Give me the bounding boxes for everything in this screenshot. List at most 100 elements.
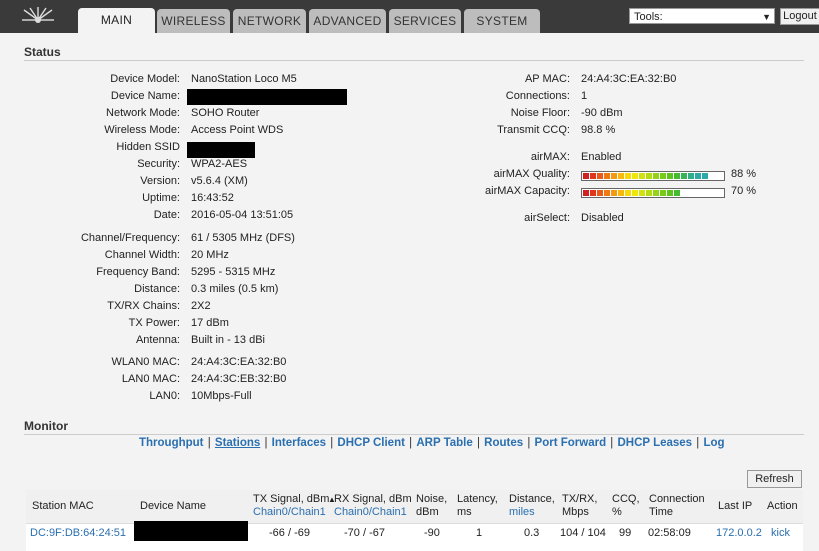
level-segment	[674, 173, 680, 179]
column-header[interactable]: Station MAC	[32, 500, 94, 513]
status-label: Frequency Band:	[96, 266, 180, 278]
nav-link-arp-table[interactable]: ARP Table	[416, 437, 472, 449]
level-segment	[632, 173, 638, 179]
nav-link-interfaces[interactable]: Interfaces	[272, 437, 326, 449]
status-value: NanoStation Loco M5	[191, 73, 297, 85]
tools-select[interactable]: Tools: ▼	[629, 8, 775, 24]
status-label: Device Name:	[110, 90, 180, 102]
nav-link-throughput[interactable]: Throughput	[139, 437, 204, 449]
status-label: Transmit CCQ:	[497, 124, 570, 136]
tab-system[interactable]: SYSTEM	[464, 9, 540, 33]
level-segment	[681, 173, 687, 179]
column-header[interactable]: TX Signal, dBm Chain0/Chain1	[253, 493, 329, 519]
level-segment	[618, 173, 624, 179]
status-value: 24:A4:3C:EA:32:B0	[581, 73, 677, 85]
column-header[interactable]: Last IP	[718, 500, 752, 513]
ccq: 99	[619, 527, 632, 539]
level-segment	[660, 173, 666, 179]
status-value: 61 / 5305 MHz (DFS)	[191, 232, 295, 244]
logout-button[interactable]: Logout	[780, 8, 819, 25]
column-header[interactable]: RX Signal, dBm Chain0/Chain1	[334, 493, 412, 519]
status-label: Noise Floor:	[510, 107, 570, 119]
status-label: Uptime:	[142, 192, 180, 204]
column-header[interactable]: Action	[767, 500, 798, 513]
level-segment	[611, 173, 617, 179]
status-value: 70 %	[731, 185, 757, 197]
nav-link-routes[interactable]: Routes	[484, 437, 523, 449]
refresh-button[interactable]: Refresh	[747, 470, 802, 488]
level-segment	[639, 173, 645, 179]
status-value: Built in - 13 dBi	[191, 334, 265, 346]
station-mac-link[interactable]: DC:9F:DB:64:24:51	[30, 527, 126, 539]
last-ip-link[interactable]: 172.0.0.2	[716, 527, 762, 539]
status-value: SOHO Router	[191, 107, 260, 119]
status-value: 98.8 %	[581, 124, 616, 136]
status-label: Antenna:	[135, 334, 180, 346]
status-label: Network Mode:	[106, 107, 180, 119]
top-bar: MAIN WIRELESS NETWORK ADVANCED SERVICES …	[0, 0, 819, 34]
status-value: 2X2	[191, 300, 211, 312]
status-label: AP MAC:	[524, 73, 570, 85]
level-segment	[583, 190, 589, 196]
column-header[interactable]: Device Name	[140, 500, 206, 513]
tab-advanced[interactable]: ADVANCED	[309, 9, 386, 33]
column-header[interactable]: Connection Time	[649, 493, 705, 519]
status-label: Channel Width:	[104, 249, 180, 261]
status-label: Security:	[137, 158, 180, 170]
airmax-capacity-bar	[581, 188, 725, 198]
redacted-device-name	[187, 89, 347, 105]
status-label: TX Power:	[128, 317, 180, 329]
level-segment	[695, 173, 701, 179]
status-value: v5.6.4 (XM)	[191, 175, 248, 187]
table-header: Station MAC Device Name TX Signal, dBm Ch…	[26, 490, 803, 524]
tab-wireless[interactable]: WIRELESS	[157, 9, 230, 33]
status-label: WLAN0 MAC:	[111, 356, 180, 368]
status-label: Device Model:	[110, 73, 180, 85]
nav-link-port-forward[interactable]: Port Forward	[535, 437, 607, 449]
tx-signal: -66 / -69	[269, 527, 310, 539]
redacted-device-name	[134, 521, 248, 541]
nav-link-dhcp-client[interactable]: DHCP Client	[337, 437, 405, 449]
status-value: 16:43:52	[191, 192, 234, 204]
monitor-section-title: Monitor	[24, 419, 68, 433]
status-value: Access Point WDS	[191, 124, 284, 136]
level-segment	[688, 173, 694, 179]
level-segment	[667, 173, 673, 179]
status-value: 24:A4:3C:EA:32:B0	[191, 356, 287, 368]
status-label: Hidden SSID	[116, 141, 180, 153]
divider	[24, 434, 804, 435]
column-header[interactable]: TX/RX, Mbps	[562, 493, 597, 519]
tab-main[interactable]: MAIN	[78, 8, 155, 34]
tools-select-value: Tools:	[634, 11, 663, 23]
kick-link[interactable]: kick	[771, 527, 790, 539]
level-segment	[590, 190, 596, 196]
status-value: WPA2-AES	[191, 158, 248, 170]
status-value: 17 dBm	[191, 317, 229, 329]
txrx-rate: 104 / 104	[560, 527, 606, 539]
column-header[interactable]: Latency, ms	[457, 493, 498, 519]
level-segment	[625, 190, 631, 196]
level-segment	[646, 190, 652, 196]
tab-network[interactable]: NETWORK	[233, 9, 306, 33]
tab-services[interactable]: SERVICES	[389, 9, 461, 33]
ubiquiti-logo-icon	[22, 7, 54, 23]
status-label: Channel/Frequency:	[80, 232, 180, 244]
level-segment	[604, 173, 610, 179]
monitor-nav: Throughput | Stations | Interfaces | DHC…	[139, 437, 725, 449]
column-header[interactable]: CCQ,%	[612, 493, 640, 519]
nav-link-dhcp-leases[interactable]: DHCP Leases	[618, 437, 693, 449]
redacted-hidden-ssid	[187, 142, 255, 158]
column-header[interactable]: Noise, dBm	[416, 493, 447, 519]
airmax-quality-bar	[581, 171, 725, 181]
status-label: airMAX Quality:	[493, 168, 570, 180]
level-segment	[597, 173, 603, 179]
nav-link-stations[interactable]: Stations	[215, 437, 260, 449]
column-header[interactable]: Distance, miles	[509, 493, 555, 519]
level-segment	[597, 190, 603, 196]
level-segment	[653, 190, 659, 196]
latency: 1	[476, 527, 483, 539]
connection-time: 02:58:09	[648, 527, 691, 539]
nav-link-log[interactable]: Log	[703, 437, 724, 449]
status-value: 1	[581, 90, 588, 102]
level-segment	[660, 190, 666, 196]
